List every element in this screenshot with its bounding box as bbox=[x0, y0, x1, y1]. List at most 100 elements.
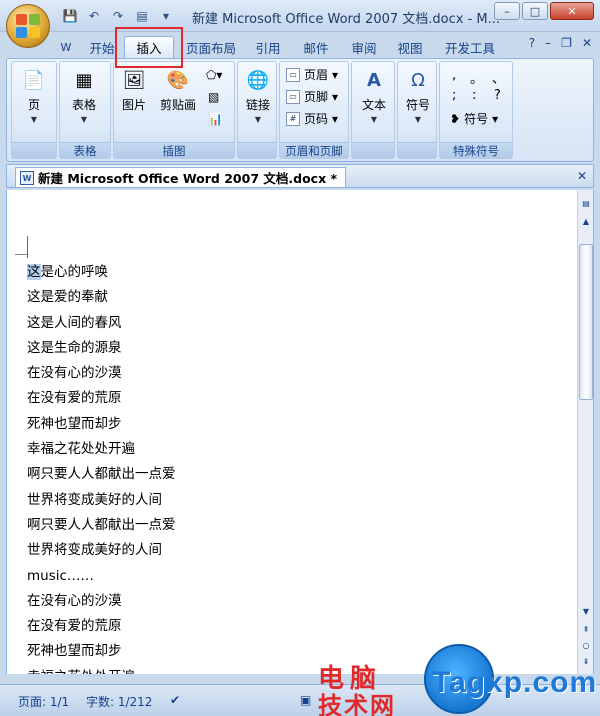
ribbon-close-icon[interactable]: ✕ bbox=[582, 36, 592, 50]
ribbon-minimize-icon[interactable]: – bbox=[545, 36, 551, 50]
title-bar: 💾 ↶ ↷ ▤ ▾ 新建 Microsoft Office Word 2007 … bbox=[0, 0, 600, 32]
group-illustrations: 🖼 图片 🎨 剪贴画 ⬠▾ ▧ 📊 插图 bbox=[113, 61, 235, 159]
window-title: 新建 Microsoft Office Word 2007 文档.docx - … bbox=[192, 12, 501, 27]
clipart-button[interactable]: 🎨 剪贴画 bbox=[160, 66, 196, 113]
ribbon-insert: 📄 页 ▼ ▦ 表格 ▼ 表格 🖼 图片 🎨 剪贴画 ⬠▾ ▧ 📊 插图 🌐 链… bbox=[6, 58, 594, 162]
close-button[interactable]: ✕ bbox=[550, 2, 594, 20]
document-line[interactable]: 这是心的呼唤 bbox=[27, 262, 176, 287]
group-symbols: Ω 符号 ▼ bbox=[397, 61, 437, 159]
link-icon: 🌐 bbox=[246, 69, 270, 91]
scroll-up-icon[interactable]: ▲ bbox=[579, 214, 593, 228]
undo-icon[interactable]: ↶ bbox=[84, 7, 104, 25]
footer-icon: ▭ bbox=[286, 89, 300, 104]
special-symbol-button[interactable]: ❥ 符号 ▾ bbox=[450, 110, 498, 127]
table-button[interactable]: ▦ 表格 ▼ bbox=[70, 66, 98, 125]
browse-object-icon[interactable]: ○ bbox=[579, 638, 593, 652]
header-button[interactable]: ▭ 页眉 ▾ bbox=[286, 66, 338, 83]
group-pages: 📄 页 ▼ bbox=[11, 61, 57, 159]
redo-icon[interactable]: ↷ bbox=[108, 7, 128, 25]
clipart-icon: 🎨 bbox=[166, 69, 190, 91]
symbol-dot-icon: ❥ bbox=[450, 111, 461, 126]
document-tab-bar: W 新建 Microsoft Office Word 2007 文档.docx … bbox=[6, 164, 594, 188]
office-logo-icon bbox=[16, 14, 40, 38]
save-icon[interactable]: 💾 bbox=[60, 7, 80, 25]
smartart-button[interactable]: ▧ bbox=[208, 90, 219, 104]
margin-mark bbox=[15, 254, 27, 255]
word-icon: W bbox=[60, 40, 72, 54]
document-line[interactable]: 这是生命的源泉 bbox=[27, 338, 176, 363]
prev-page-icon[interactable]: ⇞ bbox=[579, 622, 593, 636]
word-count[interactable]: 字数: 1/212 bbox=[86, 693, 152, 710]
ribbon-tab-bar: W 开始 插入 页面布局 引用 邮件 审阅 视图 开发工具 bbox=[0, 32, 600, 58]
tab-developer[interactable]: 开发工具 bbox=[438, 36, 502, 58]
document-tab[interactable]: W 新建 Microsoft Office Word 2007 文档.docx … bbox=[15, 167, 347, 187]
document-close-icon[interactable]: ✕ bbox=[577, 169, 587, 183]
proofing-icon[interactable]: ✔ bbox=[170, 693, 180, 707]
document-line[interactable]: 在没有心的沙漠 bbox=[27, 363, 176, 388]
document-line[interactable]: 在没有爱的荒原 bbox=[27, 388, 176, 413]
text-icon: A bbox=[367, 69, 381, 91]
watermark-brand: Tagxp.com bbox=[432, 666, 598, 699]
document-line-text: 是心的呼唤 bbox=[40, 264, 109, 280]
maximize-button[interactable]: □ bbox=[522, 2, 548, 20]
footer-button[interactable]: ▭ 页脚 ▾ bbox=[286, 88, 338, 105]
document-line[interactable]: 这是人间的春风 bbox=[27, 313, 176, 338]
print-preview-icon[interactable]: ▤ bbox=[132, 7, 152, 25]
office-button[interactable] bbox=[6, 4, 50, 48]
pages-button[interactable]: 📄 页 ▼ bbox=[20, 66, 48, 125]
quick-access-toolbar: 💾 ↶ ↷ ▤ ▾ bbox=[60, 7, 176, 25]
minimize-button[interactable]: – bbox=[494, 2, 520, 20]
page-number-button[interactable]: # 页码 ▾ bbox=[286, 110, 338, 127]
tab-view[interactable]: 视图 bbox=[390, 36, 430, 58]
page-icon: 📄 bbox=[22, 69, 46, 91]
symbol-comma[interactable]: , bbox=[452, 68, 456, 83]
chart-button[interactable]: 📊 bbox=[208, 112, 223, 126]
symbol-colon[interactable]: : bbox=[472, 88, 476, 103]
shapes-icon: ⬠▾ bbox=[206, 68, 223, 82]
document-line[interactable]: 世界将变成美好的人间 bbox=[27, 540, 176, 565]
scroll-thumb[interactable] bbox=[579, 244, 593, 400]
symbol-semicolon[interactable]: ; bbox=[452, 88, 456, 103]
document-line[interactable]: 幸福之花处处开遍 bbox=[27, 439, 176, 464]
vertical-scrollbar[interactable]: ▤ ▲ ▼ ⇞ ○ ⇟ bbox=[577, 190, 593, 674]
tab-references[interactable]: 引用 bbox=[248, 36, 288, 58]
tab-review[interactable]: 审阅 bbox=[344, 36, 384, 58]
document-line[interactable]: 在没有心的沙漠 bbox=[27, 591, 176, 616]
page-number-icon: # bbox=[286, 111, 300, 126]
margin-mark bbox=[27, 236, 28, 258]
chevron-down-icon: ▼ bbox=[254, 115, 262, 124]
qat-customize-icon[interactable]: ▾ bbox=[156, 7, 176, 25]
symbol-button[interactable]: Ω 符号 ▼ bbox=[404, 66, 432, 125]
highlight-box bbox=[115, 27, 183, 68]
document-line[interactable]: 在没有爱的荒原 bbox=[27, 616, 176, 641]
document-line[interactable]: 死神也望而却步 bbox=[27, 414, 176, 439]
scroll-down-icon[interactable]: ▼ bbox=[579, 604, 593, 618]
text-button[interactable]: A 文本 ▼ bbox=[360, 66, 388, 125]
links-button[interactable]: 🌐 链接 ▼ bbox=[244, 66, 272, 125]
header-icon: ▭ bbox=[286, 67, 300, 82]
symbol-enum-comma[interactable]: 、 bbox=[492, 68, 505, 87]
watermark-text: 技术网 bbox=[318, 692, 396, 716]
picture-button[interactable]: 🖼 图片 bbox=[120, 66, 148, 113]
page-count[interactable]: 页面: 1/1 bbox=[18, 693, 69, 710]
omega-icon: Ω bbox=[411, 69, 425, 91]
symbol-question[interactable]: ? bbox=[494, 88, 501, 103]
document-line[interactable]: 死神也望而却步 bbox=[27, 641, 176, 666]
document-line[interactable]: 世界将变成美好的人间 bbox=[27, 490, 176, 515]
shapes-button[interactable]: ⬠▾ bbox=[206, 68, 222, 82]
group-tables: ▦ 表格 ▼ 表格 bbox=[59, 61, 111, 159]
view-icon[interactable]: ▣ bbox=[300, 693, 311, 707]
tab-mailings[interactable]: 邮件 bbox=[296, 36, 336, 58]
tab-page-layout[interactable]: 页面布局 bbox=[180, 36, 242, 58]
ruler-toggle-icon[interactable]: ▤ bbox=[579, 196, 593, 210]
help-icon[interactable]: ? bbox=[529, 36, 535, 50]
document-area[interactable]: 这是心的呼唤 这是爱的奉献 这是人间的春风 这是生命的源泉 在没有心的沙漠 在没有爱的荒原… bbox=[6, 190, 594, 674]
document-line[interactable]: music…… bbox=[27, 566, 176, 591]
document-line[interactable]: 啊只要人人都献出一点爱 bbox=[27, 464, 176, 489]
document-line[interactable]: 这是爱的奉献 bbox=[27, 287, 176, 312]
symbol-period[interactable]: 。 bbox=[470, 68, 483, 87]
ribbon-restore-icon[interactable]: ❐ bbox=[561, 36, 572, 50]
document-line[interactable]: 幸福之花处处开遍 bbox=[27, 667, 176, 674]
document-line[interactable]: 啊只要人人都献出一点爱 bbox=[27, 515, 176, 540]
document-text[interactable]: 这是心的呼唤 这是爱的奉献 这是人间的春风 这是生命的源泉 在没有心的沙漠 在没有爱的荒原… bbox=[27, 262, 176, 674]
